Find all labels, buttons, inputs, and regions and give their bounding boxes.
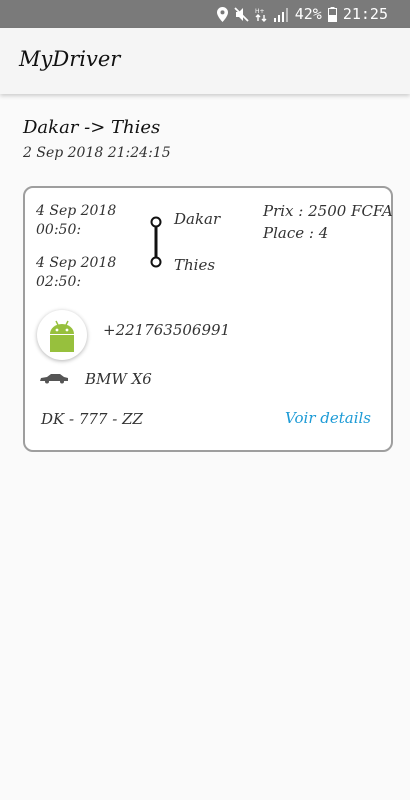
location-icon [216,6,228,22]
clock: 21:25 [342,5,388,23]
arrival-city: Thies [174,256,216,274]
arrival-date: 4 Sep 2018 [36,255,117,271]
trip-card[interactable]: 4 Sep 2018 00:50: 4 Sep 2018 02:50: Daka… [23,186,393,452]
battery-icon [327,6,337,22]
status-bar: H+ 42% 21:25 [0,0,410,28]
mute-icon [234,6,249,22]
route-created-date: 2 Sep 2018 21:24:15 [23,145,171,161]
app-title: MyDriver [19,47,121,71]
svg-text:H+: H+ [255,8,265,15]
arrival-time: 02:50: [36,274,82,290]
departure-time: 00:50: [36,222,82,238]
departure-date: 4 Sep 2018 [36,203,117,219]
seats: Place : 4 [263,224,329,242]
signal-icon [273,7,288,22]
android-avatar-icon [50,320,74,352]
app-bar: MyDriver [0,28,410,94]
price: Prix : 2500 FCFA [263,202,393,220]
license-plate: DK - 777 - ZZ [41,410,143,428]
departure-datetime: 4 Sep 2018 00:50: [36,202,116,240]
arrival-datetime: 4 Sep 2018 02:50: [36,254,116,292]
driver-phone: +221763506991 [103,321,231,339]
departure-city: Dakar [174,210,221,228]
battery-percent: 42% [294,5,322,23]
route-line-icon [150,216,162,268]
driver-avatar[interactable] [37,310,87,360]
route-title: Dakar -> Thies [23,117,161,138]
car-model: BMW X6 [85,370,152,388]
car-icon [40,374,68,384]
view-details-link[interactable]: Voir details [285,409,371,427]
status-icons: H+ 42% 21:25 [216,5,388,23]
data-icon: H+ [255,8,267,22]
